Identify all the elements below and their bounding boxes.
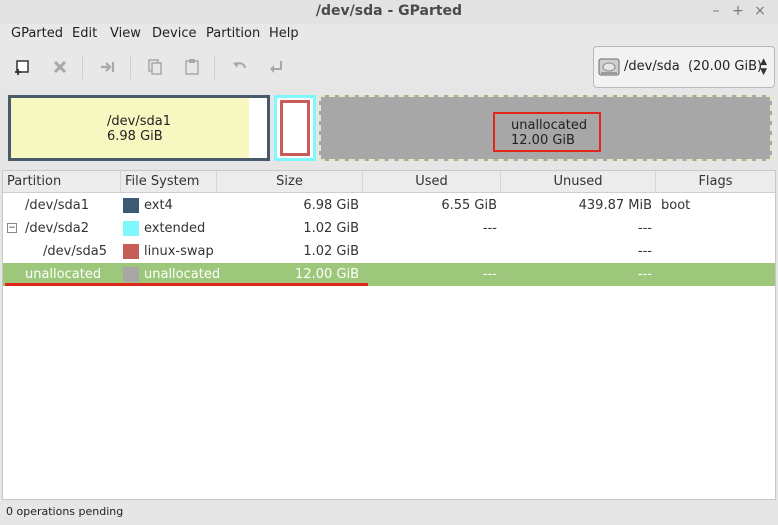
cell-partition: /dev/sda1 [25, 198, 89, 213]
maximize-button[interactable]: + [729, 2, 747, 20]
menu-partition[interactable]: Partition [206, 26, 260, 41]
partition-block-sda2-extended[interactable] [274, 95, 316, 161]
menu-help[interactable]: Help [269, 26, 299, 41]
cell-used: 6.55 GiB [441, 198, 497, 213]
filesystem-color-swatch [123, 244, 139, 259]
partition-map: /dev/sda1 6.98 GiB unallocated 12.00 GiB [4, 92, 774, 166]
new-partition-icon[interactable] [10, 55, 34, 79]
toolbar-separator [214, 55, 215, 79]
menu-view[interactable]: View [110, 26, 141, 41]
toolbar-separator [130, 55, 131, 79]
table-row[interactable]: /dev/sda1 ext4 6.98 GiB 6.55 GiB 439.87 MiB b… [3, 194, 775, 217]
table-row[interactable]: /dev/sda5 linux-swap 1.02 GiB --- [3, 240, 775, 263]
cell-used: --- [482, 267, 497, 282]
undo-icon[interactable] [228, 55, 252, 79]
paste-icon[interactable] [180, 55, 204, 79]
column-header-filesystem[interactable]: File System [121, 171, 217, 193]
copy-icon[interactable] [143, 55, 167, 79]
filesystem-color-swatch [123, 198, 139, 213]
column-header-flags[interactable]: Flags [656, 171, 775, 193]
cell-unused: --- [637, 267, 652, 282]
partition-block-unallocated[interactable]: unallocated 12.00 GiB [319, 95, 772, 161]
cell-size: 6.98 GiB [303, 198, 359, 213]
delete-icon[interactable] [48, 55, 72, 79]
menu-bar: GParted Edit View Device Partition Help [0, 24, 778, 46]
menu-gparted[interactable]: GParted [11, 26, 63, 41]
device-name: /dev/sda [624, 59, 680, 74]
hard-disk-icon [598, 58, 620, 76]
partition-block-sda5[interactable] [280, 100, 310, 156]
minimize-button[interactable]: – [707, 2, 725, 20]
partition-block-size: 12.00 GiB [511, 133, 575, 148]
menu-device[interactable]: Device [152, 26, 196, 41]
cell-filesystem: linux-swap [144, 244, 214, 259]
cell-filesystem: extended [144, 221, 206, 236]
partition-block-sda1[interactable]: /dev/sda1 6.98 GiB [8, 95, 270, 161]
column-header-unused[interactable]: Unused [501, 171, 656, 193]
unallocated-highlight-box: unallocated 12.00 GiB [493, 112, 601, 152]
column-header-partition[interactable]: Partition [3, 171, 121, 193]
column-header-size[interactable]: Size [217, 171, 363, 193]
device-size: (20.00 GiB) [687, 59, 763, 74]
partition-block-size: 6.98 GiB [107, 129, 163, 144]
partition-block-name: unallocated [511, 118, 588, 133]
cell-size: 1.02 GiB [303, 221, 359, 236]
table-header: Partition File System Size Used Unused F… [3, 171, 775, 193]
title-bar: /dev/sda - GParted – + × [0, 0, 778, 24]
cell-size: 1.02 GiB [303, 244, 359, 259]
cell-flags: boot [661, 198, 691, 213]
cell-unused: 439.87 MiB [578, 198, 652, 213]
collapse-toggle-icon[interactable]: − [7, 223, 17, 233]
resize-move-icon[interactable] [96, 55, 120, 79]
close-button[interactable]: × [751, 2, 769, 20]
cell-used: --- [482, 221, 497, 236]
partition-block-name: /dev/sda1 [107, 114, 171, 129]
cell-partition: /dev/sda5 [43, 244, 107, 259]
device-selector[interactable]: /dev/sda (20.00 GiB) ▲ ▼ [593, 46, 775, 88]
dropdown-arrows-icon: ▲ ▼ [760, 57, 767, 77]
apply-icon[interactable] [264, 55, 288, 79]
selection-underline [5, 283, 368, 286]
operations-pending-status: 0 operations pending [6, 505, 124, 518]
window-title: /dev/sda - GParted [315, 3, 463, 19]
cell-unused: --- [637, 244, 652, 259]
cell-filesystem: ext4 [144, 198, 173, 213]
column-header-used[interactable]: Used [363, 171, 501, 193]
filesystem-color-swatch [123, 267, 139, 282]
status-bar: 0 operations pending [0, 502, 778, 525]
menu-edit[interactable]: Edit [72, 26, 97, 41]
filesystem-color-swatch [123, 221, 139, 236]
table-row[interactable]: −/dev/sda2 extended 1.02 GiB --- --- [3, 217, 775, 240]
partition-table: Partition File System Size Used Unused F… [2, 170, 776, 500]
cell-partition: /dev/sda2 [25, 221, 89, 236]
cell-unused: --- [637, 221, 652, 236]
toolbar-separator [82, 55, 83, 79]
